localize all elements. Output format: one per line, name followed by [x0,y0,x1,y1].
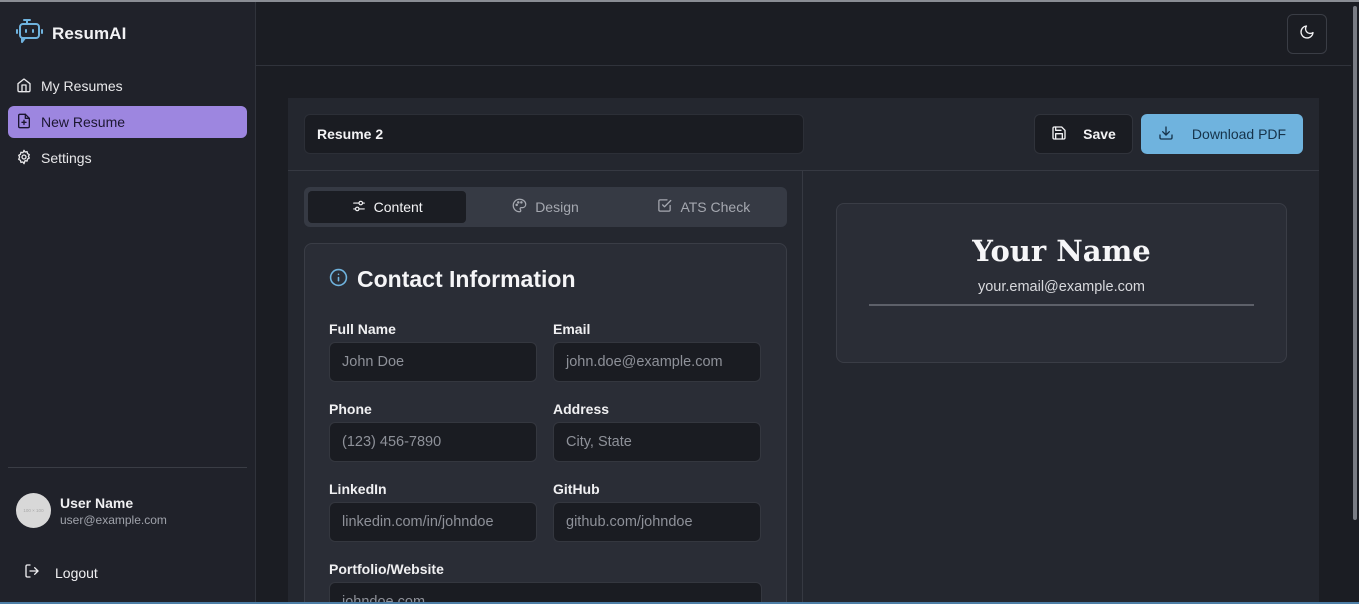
field-label: Address [553,401,610,417]
address-input[interactable]: City, State [553,422,761,462]
field-label: Phone [329,401,372,417]
field-label: GitHub [553,481,600,497]
tab-ats-check[interactable]: ATS Check [625,191,783,223]
download-icon [1158,125,1174,144]
phone-input[interactable]: (123) 456-7890 [329,422,537,462]
tab-label: Design [535,199,579,215]
field-label: Portfolio/Website [329,561,444,577]
bot-logo-icon [16,18,43,49]
info-icon [329,266,348,293]
moon-icon [1299,24,1315,45]
phone-field: Phone (123) 456-7890 [329,401,537,462]
sidebar: ResumAI My Resumes New Resume Settings 1… [0,2,256,602]
top-header [256,2,1351,66]
editor-toolbar: Resume 2 Save Download PDF [288,98,1319,171]
gear-icon [16,149,32,168]
sidebar-nav: My Resumes New Resume Settings [8,70,247,178]
portfolio-field: Portfolio/Website johndoe.com [329,561,762,604]
user-name: User Name [60,494,134,511]
user-profile[interactable]: 100 × 100 User Name user@example.com [16,493,167,528]
field-label: Full Name [329,321,396,337]
github-field: GitHub github.com/johndoe [553,481,761,542]
resume-preview: Your Name your.email@example.com [836,203,1287,363]
check-square-icon [657,198,672,216]
tab-label: Content [373,199,423,215]
field-label: Email [553,321,591,337]
palette-icon [512,198,527,216]
save-icon [1051,125,1067,144]
sidebar-item-my-resumes[interactable]: My Resumes [8,70,247,102]
logout-icon [24,563,40,582]
sidebar-item-new-resume[interactable]: New Resume [8,106,247,138]
page-scrollbar[interactable] [1351,0,1359,604]
sidebar-item-label: Settings [41,150,92,166]
tab-label: ATS Check [680,199,751,215]
section-heading: Contact Information [329,266,576,293]
portfolio-input[interactable]: johndoe.com [329,582,762,604]
download-label: Download PDF [1191,126,1287,142]
full-name-input[interactable]: John Doe [329,342,537,382]
app-name: ResumAI [52,23,127,43]
github-input[interactable]: github.com/johndoe [553,502,761,542]
logout-button[interactable]: Logout [24,563,98,582]
scrollbar-thumb[interactable] [1353,6,1357,520]
theme-toggle-button[interactable] [1287,14,1327,54]
full-name-field: Full Name John Doe [329,321,537,382]
tab-design[interactable]: Design [466,191,624,223]
sidebar-divider [8,467,247,468]
save-label: Save [1083,126,1116,142]
user-email: user@example.com [60,512,167,527]
brand[interactable]: ResumAI [16,18,126,49]
field-label: LinkedIn [329,481,387,497]
download-pdf-button[interactable]: Download PDF [1141,114,1303,154]
tab-content[interactable]: Content [308,191,467,223]
linkedin-input[interactable]: linkedin.com/in/johndoe [329,502,537,542]
preview-divider [869,304,1254,306]
email-field: Email john.doe@example.com [553,321,761,382]
avatar: 100 × 100 [16,493,51,528]
section-title: Contact Information [357,266,576,292]
home-icon [16,77,32,96]
contact-information-card: Contact Information Full Name John Doe E… [304,243,787,604]
sliders-icon [352,199,366,216]
window-top-border [0,0,1359,2]
resume-title-input[interactable]: Resume 2 [304,114,804,154]
preview-name: Your Name [972,234,1151,268]
editor-form-panel: Content Design ATS Check Contact Informa… [288,171,803,604]
sidebar-item-settings[interactable]: Settings [8,142,247,174]
sidebar-item-label: My Resumes [41,78,123,94]
address-field: Address City, State [553,401,761,462]
email-input[interactable]: john.doe@example.com [553,342,761,382]
sidebar-item-label: New Resume [41,114,126,130]
resume-editor: Resume 2 Save Download PDF Content Desig… [288,98,1319,604]
save-button[interactable]: Save [1034,114,1133,154]
editor-tabs: Content Design ATS Check [304,187,787,227]
linkedin-field: LinkedIn linkedin.com/in/johndoe [329,481,537,542]
file-plus-icon [16,113,32,132]
preview-email: your.email@example.com [977,279,1146,295]
logout-label: Logout [55,564,98,581]
